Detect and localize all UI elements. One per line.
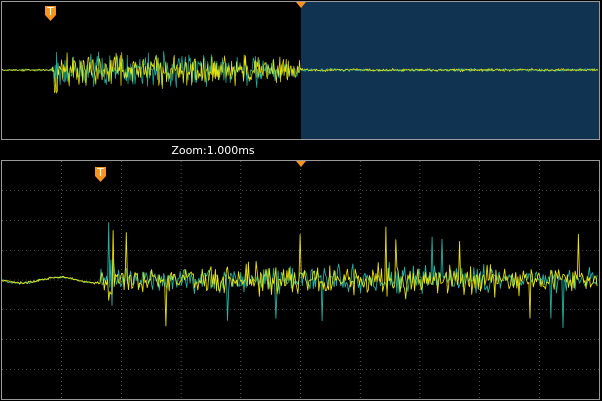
overview-panel: T [1,1,600,140]
zoom-factor-label: Zoom:1.000ms [171,144,255,157]
zoom-panel: T [1,160,600,400]
zoom-frame [1,160,600,400]
oscilloscope-display: T Zoom:1.000ms T [0,0,602,401]
zoom-trigger-label: T [96,166,104,179]
overview-trigger-label: T [46,5,54,18]
